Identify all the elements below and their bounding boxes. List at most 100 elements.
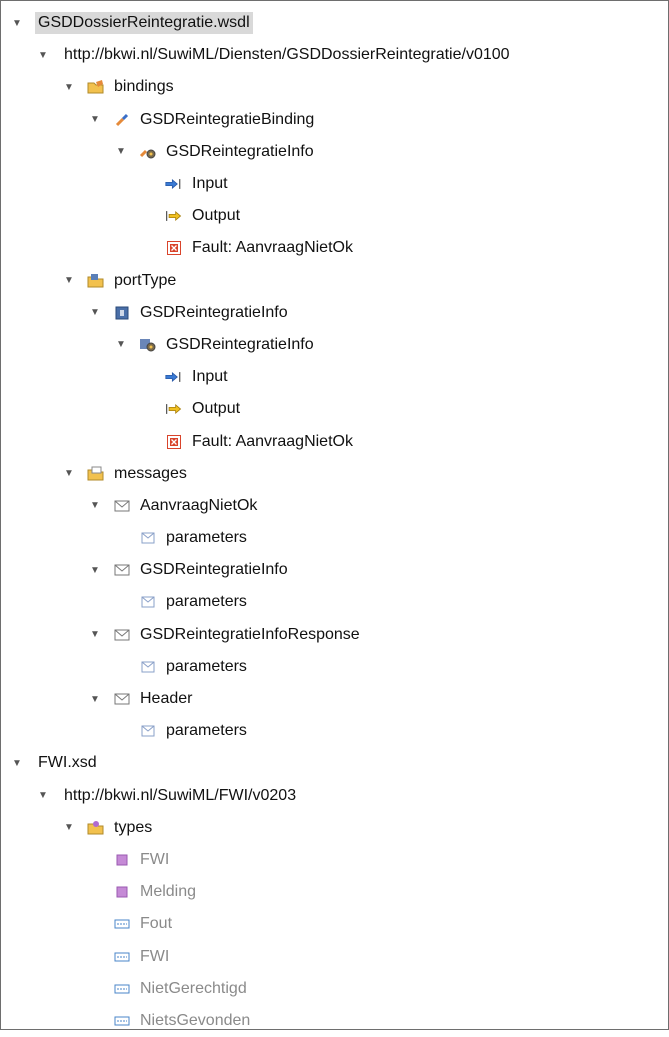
tree-row-label: GSDReintegratieInfo [140,561,288,579]
expand-arrow-icon[interactable]: ▼ [115,145,127,159]
input-icon [165,175,183,193]
tree-row[interactable]: NietsGevonden [1,1005,668,1037]
tree-row[interactable]: Fault: AanvraagNietOk [1,425,668,457]
tree-row-label: AanvraagNietOk [140,496,258,514]
expand-arrow-icon[interactable]: ▼ [89,306,101,320]
tree-row-label: bindings [114,78,174,96]
binding-operation-icon [139,143,157,161]
part-icon [139,658,157,676]
tree-row[interactable]: ▼ AanvraagNietOk [1,490,668,522]
tree-row-label: FWI [140,850,170,868]
tree-row-label: Fault: AanvraagNietOk [192,239,353,257]
tree-row[interactable]: parameters [1,651,668,683]
expand-arrow-icon[interactable]: ▼ [89,113,101,127]
tree-row[interactable]: Fault: AanvraagNietOk [1,232,668,264]
message-icon [113,626,131,644]
porttype-icon [113,304,131,322]
tree-row[interactable]: Output [1,393,668,425]
folder-messages-icon [87,465,105,483]
tree-row[interactable]: ▼ http://bkwi.nl/SuwiML/FWI/v0203 [1,780,668,812]
expand-arrow-icon[interactable]: ▼ [11,16,23,30]
tree-row[interactable]: ▼ types [1,812,668,844]
tree-row[interactable]: parameters [1,522,668,554]
tree-row-label: Output [192,207,241,225]
tree-row-label: types [114,818,153,836]
expand-arrow-icon[interactable]: ▼ [89,499,101,513]
folder-bindings-icon [87,78,105,96]
expand-arrow-icon[interactable]: ▼ [11,756,23,770]
expand-arrow-icon[interactable]: ▼ [89,692,101,706]
tree-row[interactable]: ▼ GSDReintegratieInfoResponse [1,619,668,651]
complex-type-icon [113,1012,131,1030]
tree-row-label: Input [192,368,228,386]
tree-row[interactable]: ▼ portType [1,265,668,297]
tree-row-label: parameters [166,722,247,740]
tree-row-label: GSDDossierReintegratie.wsdl [35,12,253,35]
message-icon [113,690,131,708]
tree-row[interactable]: ▼ http://bkwi.nl/SuwiML/Diensten/GSDDossi… [1,39,668,71]
fault-icon [165,433,183,451]
tree-row-label: Header [140,690,193,708]
tree-row-label: Input [192,175,228,193]
tree-row[interactable]: ▼ GSDReintegratieInfo [1,329,668,361]
folder-porttype-icon [87,272,105,290]
tree-row[interactable]: NietGerechtigd [1,973,668,1005]
part-icon [139,529,157,547]
tree-row[interactable]: parameters [1,715,668,747]
tree-row-label: GSDReintegratieInfo [140,303,288,321]
tree-row[interactable]: ▼ Header [1,683,668,715]
tree-row[interactable]: ▼ GSDReintegratieBinding [1,104,668,136]
message-icon [113,561,131,579]
part-icon [139,593,157,611]
input-icon [165,368,183,386]
tree-row[interactable]: ▼ GSDReintegratieInfo [1,554,668,586]
tree-row-label: FWI.xsd [38,754,97,772]
tree-row-label: http://bkwi.nl/SuwiML/FWI/v0203 [64,786,297,804]
tree-row-label: GSDReintegratieBinding [140,110,315,128]
tree-row-label: Fout [140,915,173,933]
message-icon [113,497,131,515]
tree-row-label: messages [114,464,187,482]
output-icon [165,400,183,418]
expand-arrow-icon[interactable]: ▼ [63,467,75,481]
tree-row[interactable]: ▼ GSDReintegratieInfo [1,297,668,329]
tree-row-label: FWI [140,947,170,965]
tree-row-label: Fault: AanvraagNietOk [192,432,353,450]
expand-arrow-icon[interactable]: ▼ [89,563,101,577]
tree-row[interactable]: ▼ FWI.xsd [1,747,668,779]
expand-arrow-icon[interactable]: ▼ [89,628,101,642]
operation-icon [139,336,157,354]
tree-row[interactable]: Melding [1,876,668,908]
tree-row[interactable]: ▼ messages [1,458,668,490]
tree-row[interactable]: Fout [1,908,668,940]
complex-type-icon [113,980,131,998]
expand-arrow-icon[interactable]: ▼ [63,274,75,288]
tree-row[interactable]: parameters [1,586,668,618]
tree-row[interactable]: Input [1,168,668,200]
fault-icon [165,239,183,257]
tree-row-label: NietGerechtigd [140,979,247,997]
expand-arrow-icon[interactable]: ▼ [115,338,127,352]
tree-row-label: GSDReintegratieInfoResponse [140,625,360,643]
element-icon [113,883,131,901]
element-icon [113,851,131,869]
tree-row[interactable]: ▼ GSDDossierReintegratie.wsdl [1,7,668,39]
tree-row-label: GSDReintegratieInfo [166,335,314,353]
tree-row[interactable]: Output [1,200,668,232]
expand-arrow-icon[interactable]: ▼ [63,821,75,835]
expand-arrow-icon[interactable]: ▼ [37,789,49,803]
folder-types-icon [87,819,105,837]
tree-row[interactable]: ▼ bindings [1,71,668,103]
complex-type-icon [113,948,131,966]
expand-arrow-icon[interactable]: ▼ [37,48,49,62]
tree-row[interactable]: ▼ GSDReintegratieInfo [1,136,668,168]
tree-row-label: parameters [166,529,247,547]
tree-row-label: GSDReintegratieInfo [166,142,314,160]
expand-arrow-icon[interactable]: ▼ [63,80,75,94]
tree-row-label: parameters [166,657,247,675]
tree-row[interactable]: FWI [1,844,668,876]
tree-row[interactable]: Input [1,361,668,393]
part-icon [139,722,157,740]
tree-row[interactable]: FWI [1,940,668,972]
outline-tree[interactable]: ▼ GSDDossierReintegratie.wsdl ▼ http://bkwi… [0,0,669,1030]
